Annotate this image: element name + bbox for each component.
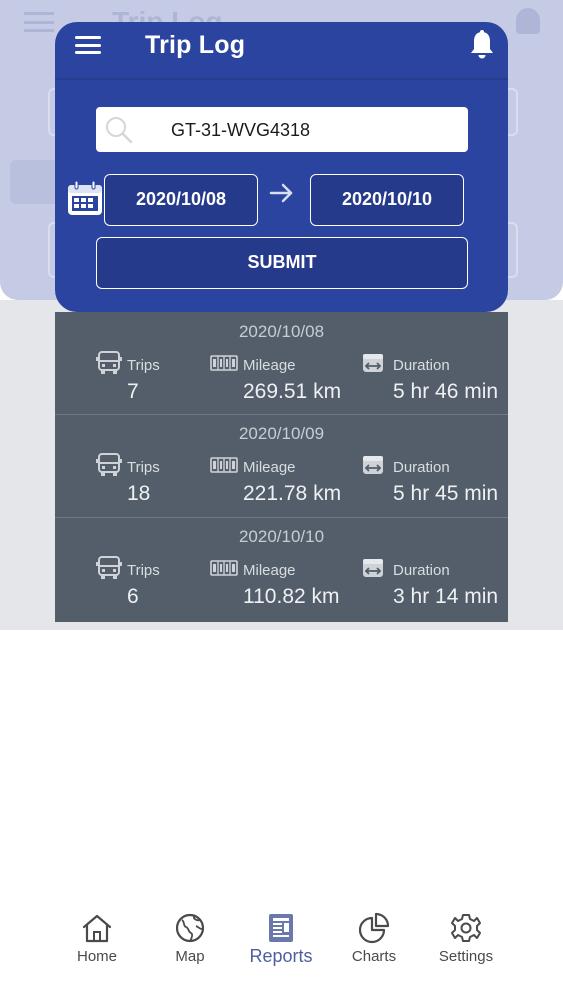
mileage-value: 221.78 km <box>243 482 342 505</box>
truck-icon <box>96 556 122 579</box>
nav-label: Map <box>175 948 205 965</box>
row-divider <box>55 517 508 518</box>
duration-icon <box>363 559 383 577</box>
row-date: 2020/10/09 <box>238 424 325 443</box>
duration-value: 3 hr 14 min <box>393 585 499 608</box>
date-to-button[interactable]: 2020/10/10 <box>310 174 464 226</box>
trips-value: 7 <box>127 380 139 403</box>
duration-icon <box>363 456 383 474</box>
nav-label: Charts <box>351 948 397 965</box>
row-date: 2020/10/10 <box>238 527 325 546</box>
duration-value: 5 hr 46 min <box>393 380 499 403</box>
globe-icon <box>175 913 205 943</box>
nav-map[interactable]: Map <box>150 912 230 965</box>
mileage-value: 269.51 km <box>243 380 342 403</box>
duration-label: Duration <box>393 459 450 476</box>
list-item[interactable]: 2020/10/10 Trips 6 Mileage 110.82 km Dur… <box>55 517 508 620</box>
odometer-icon <box>210 560 238 576</box>
background-menu-icon <box>24 12 54 32</box>
plate-search-input[interactable]: GT-31-WVG4318 <box>96 107 468 152</box>
trips-label: Trips <box>127 357 160 374</box>
nav-settings[interactable]: Settings <box>426 912 506 965</box>
truck-icon <box>96 453 122 476</box>
calendar-icon[interactable] <box>66 179 104 217</box>
row-date: 2020/10/08 <box>238 322 325 341</box>
date-from-button[interactable]: 2020/10/08 <box>104 174 258 226</box>
trip-log-header: Trip Log GT-31-WVG4318 2020/10/08 2020/1… <box>55 22 508 312</box>
home-icon <box>82 914 112 943</box>
nav-label: Reports <box>249 946 313 966</box>
trips-label: Trips <box>127 562 160 579</box>
list-item[interactable]: 2020/10/09 Trips 18 Mileage 221.78 km Du… <box>55 414 508 517</box>
bell-icon[interactable] <box>469 30 495 60</box>
mileage-label: Mileage <box>243 459 296 476</box>
nav-label: Home <box>76 948 117 965</box>
duration-label: Duration <box>393 562 450 579</box>
nav-charts[interactable]: Charts <box>334 912 414 965</box>
gear-icon <box>451 914 481 942</box>
duration-label: Duration <box>393 357 450 374</box>
trip-summary-list: 2020/10/08 Trips 7 Mileage 269.51 km Dur… <box>55 312 508 622</box>
trips-value: 18 <box>127 482 151 505</box>
list-item[interactable]: 2020/10/08 Trips 7 Mileage 269.51 km Dur… <box>55 312 508 415</box>
pie-chart-icon <box>358 912 390 944</box>
header-divider <box>55 78 508 80</box>
odometer-icon <box>210 457 238 473</box>
report-icon <box>269 914 293 942</box>
background-calendar-ghost <box>10 160 60 204</box>
background-bell-icon <box>516 8 540 34</box>
search-value: GT-31-WVG4318 <box>171 120 311 140</box>
trips-label: Trips <box>127 459 160 476</box>
page-title: Trip Log <box>145 31 246 59</box>
row-divider <box>55 414 508 415</box>
menu-icon[interactable] <box>75 36 101 54</box>
nav-label: Settings <box>438 948 494 965</box>
mileage-label: Mileage <box>243 357 296 374</box>
arrow-right-icon <box>269 183 293 203</box>
odometer-icon <box>210 355 238 371</box>
truck-icon <box>96 351 122 374</box>
nav-home[interactable]: Home <box>57 912 137 965</box>
mileage-value: 110.82 km <box>243 585 340 608</box>
duration-value: 5 hr 45 min <box>393 482 499 505</box>
mileage-label: Mileage <box>243 562 296 579</box>
search-icon <box>106 117 133 144</box>
submit-button[interactable]: SUBMIT <box>96 237 468 289</box>
bottom-navigation: Home Map Reports Charts Settings <box>55 900 508 980</box>
nav-reports[interactable]: Reports <box>241 912 321 967</box>
duration-icon <box>363 354 383 372</box>
trips-value: 6 <box>127 585 139 608</box>
